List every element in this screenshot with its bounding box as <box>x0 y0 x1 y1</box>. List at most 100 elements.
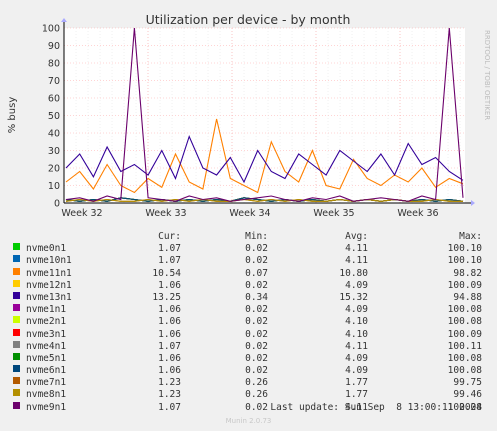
y-tick-label: 0 <box>54 199 60 210</box>
legend-min: 0.07 <box>245 267 268 279</box>
legend-row: nvme12n1 1.06 0.02 4.09 100.09 <box>0 279 497 292</box>
legend-max: 100.08 <box>447 365 482 377</box>
legend-table: Cur: Min: Avg: Max: nvme0n1 1.07 0.02 4.11 1… <box>0 231 497 414</box>
legend-avg: 4.10 <box>345 316 368 328</box>
legend-min: 0.02 <box>245 401 268 413</box>
header-min: Min: <box>245 231 268 242</box>
y-tick-label: 100 <box>42 24 60 35</box>
legend-name: nvme1n1 <box>26 304 67 316</box>
legend-max: 94.88 <box>453 291 482 303</box>
legend-name: nvme8n1 <box>26 389 67 401</box>
legend-cur: 1.06 <box>158 328 181 340</box>
legend-swatch <box>13 291 20 299</box>
legend-cur: 1.06 <box>158 279 181 291</box>
legend-avg: 1.77 <box>345 377 368 389</box>
legend-name: nvme7n1 <box>26 377 67 389</box>
y-tick-label: 50 <box>48 111 60 122</box>
legend-name: nvme4n1 <box>26 340 67 352</box>
legend-avg: 4.11 <box>345 255 368 267</box>
legend-min: 0.26 <box>245 377 268 389</box>
legend-avg: 15.32 <box>339 291 368 303</box>
legend-min: 0.02 <box>245 340 268 352</box>
x-tick-label: Week 33 <box>145 208 186 219</box>
y-tick-label: 70 <box>48 76 60 87</box>
legend-swatch <box>13 279 20 287</box>
legend-cur: 1.06 <box>158 365 181 377</box>
legend-max: 100.09 <box>447 279 482 291</box>
chart-title: Utilization per device - by month <box>146 12 351 27</box>
legend-name: nvme3n1 <box>26 328 67 340</box>
legend-avg: 4.09 <box>345 304 368 316</box>
legend-swatch <box>13 243 20 251</box>
x-axis-arrow <box>471 200 475 206</box>
legend-avg: 4.10 <box>345 328 368 340</box>
legend-cur: 1.06 <box>158 352 181 364</box>
legend-swatch <box>13 352 20 360</box>
legend-name: nvme11n1 <box>26 267 72 279</box>
legend-cur: 1.07 <box>158 243 181 255</box>
legend-row: nvme7n1 1.23 0.26 1.77 99.75 <box>0 377 497 389</box>
legend-min: 0.34 <box>245 291 268 303</box>
x-tick-label: Week 35 <box>313 208 354 219</box>
legend-row: nvme5n1 1.06 0.02 4.09 100.08 <box>0 352 497 365</box>
legend-swatch <box>13 401 20 409</box>
legend-avg: 4.09 <box>345 279 368 291</box>
legend-avg: 10.80 <box>339 267 368 279</box>
legend-min: 0.02 <box>245 365 268 377</box>
legend-name: nvme12n1 <box>26 279 72 291</box>
legend-swatch <box>13 267 20 275</box>
legend-name: nvme6n1 <box>26 365 67 377</box>
utilization-chart: Utilization per device - by month % busy… <box>7 12 491 219</box>
legend-cur: 1.23 <box>158 389 181 401</box>
legend-swatch <box>13 255 20 263</box>
legend-max: 99.46 <box>453 389 482 401</box>
legend-swatch <box>13 340 20 348</box>
y-tick-label: 10 <box>48 181 60 192</box>
legend-avg: 4.11 <box>345 243 368 255</box>
legend-row: nvme4n1 1.07 0.02 4.11 100.11 <box>0 340 497 353</box>
legend-row: nvme0n1 1.07 0.02 4.11 100.10 <box>0 243 497 255</box>
legend-min: 0.26 <box>245 389 268 401</box>
legend-min: 0.02 <box>245 328 268 340</box>
y-tick-label: 30 <box>48 146 60 157</box>
legend-max: 98.82 <box>453 267 482 279</box>
legend-swatch <box>13 365 20 373</box>
legend-row: nvme3n1 1.06 0.02 4.10 100.09 <box>0 328 497 341</box>
legend-cur: 13.25 <box>152 291 181 303</box>
x-tick-label: Week 34 <box>229 208 270 219</box>
legend-min: 0.02 <box>245 243 268 255</box>
legend-row: nvme8n1 1.23 0.26 1.77 99.46 <box>0 389 497 401</box>
legend-cur: 1.06 <box>158 304 181 316</box>
legend-swatch <box>13 389 20 397</box>
legend-min: 0.02 <box>245 255 268 267</box>
header-max: Max: <box>459 231 482 242</box>
legend-row: nvme11n1 10.54 0.07 10.80 98.82 <box>0 267 497 280</box>
legend-avg: 4.09 <box>345 352 368 364</box>
side-watermark: RRDTOOL / TOBI OETIKER <box>483 30 491 120</box>
legend-max: 100.08 <box>447 352 482 364</box>
legend-min: 0.02 <box>245 316 268 328</box>
legend-row: nvme2n1 1.06 0.02 4.10 100.08 <box>0 316 497 328</box>
legend-row: nvme10n1 1.07 0.02 4.11 100.10 <box>0 255 497 267</box>
legend-cur: 1.06 <box>158 316 181 328</box>
y-tick-label: 20 <box>48 164 60 175</box>
legend-max: 100.10 <box>447 243 482 255</box>
legend-name: nvme10n1 <box>26 255 72 267</box>
legend-avg: 4.09 <box>345 365 368 377</box>
legend-name: nvme9n1 <box>26 401 67 413</box>
legend-name: nvme2n1 <box>26 316 67 328</box>
legend-min: 0.02 <box>245 304 268 316</box>
last-update-text: Last update: Sun Sep 8 13:00:11 2024 <box>270 402 482 413</box>
legend-cur: 1.23 <box>158 377 181 389</box>
legend-swatch <box>13 304 20 312</box>
x-tick-label: Week 36 <box>397 208 438 219</box>
y-tick-label: 90 <box>48 41 60 52</box>
header-avg: Avg: <box>345 231 368 242</box>
legend-row: nvme6n1 1.06 0.02 4.09 100.08 <box>0 365 497 377</box>
legend-avg: 4.11 <box>345 340 368 352</box>
legend-header: Cur: Min: Avg: Max: <box>0 231 497 243</box>
legend-cur: 10.54 <box>152 267 181 279</box>
legend-swatch <box>13 328 20 336</box>
legend-max: 100.09 <box>447 328 482 340</box>
legend-avg: 1.77 <box>345 389 368 401</box>
